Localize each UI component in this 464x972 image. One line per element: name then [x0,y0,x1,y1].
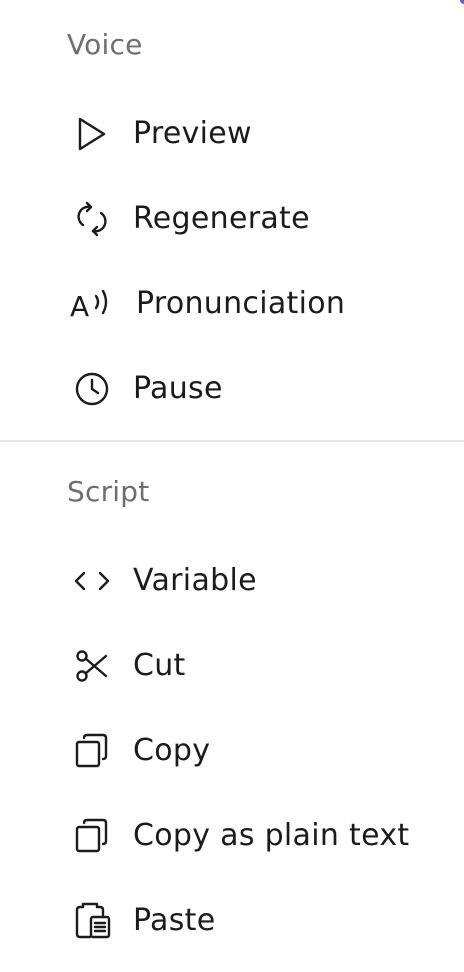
clock-icon [70,367,114,411]
section-divider [0,440,464,442]
menu-item-label: Paste [133,903,216,938]
section-label-voice: Voice [67,28,143,61]
menu-item-paste[interactable]: Paste [0,885,464,957]
menu-item-regenerate[interactable]: Regenerate [0,183,464,255]
menu-corner-accent [460,0,464,4]
menu-item-label: Preview [133,116,252,151]
scissors-icon [70,644,114,688]
menu-item-preview[interactable]: Preview [0,98,464,170]
menu-item-pause[interactable]: Pause [0,353,464,425]
menu-item-label: Copy [133,733,211,768]
pronunciation-icon: A [70,282,114,326]
menu-item-cut[interactable]: Cut [0,630,464,702]
menu-item-label: Pause [133,371,223,406]
copy-icon [70,814,114,858]
play-icon [70,112,114,156]
clipboard-icon [70,899,114,943]
menu-item-pronunciation[interactable]: A Pronunciation [0,268,464,340]
code-brackets-icon [70,559,114,603]
menu-item-label: Regenerate [133,201,310,236]
menu-item-label: Copy as plain text [133,818,410,853]
menu-item-label: Variable [133,563,257,598]
menu-item-label: Cut [133,648,186,683]
menu-item-label: Pronunciation [136,286,346,321]
regenerate-icon [70,197,114,241]
menu-item-copy-plain-text[interactable]: Copy as plain text [0,800,464,872]
copy-icon [70,729,114,773]
menu-item-copy[interactable]: Copy [0,715,464,787]
section-label-script: Script [67,475,150,508]
svg-text:A: A [70,290,89,323]
menu-item-variable[interactable]: Variable [0,545,464,617]
context-menu: Voice Preview Regenerate A Pronunciation [0,0,464,972]
